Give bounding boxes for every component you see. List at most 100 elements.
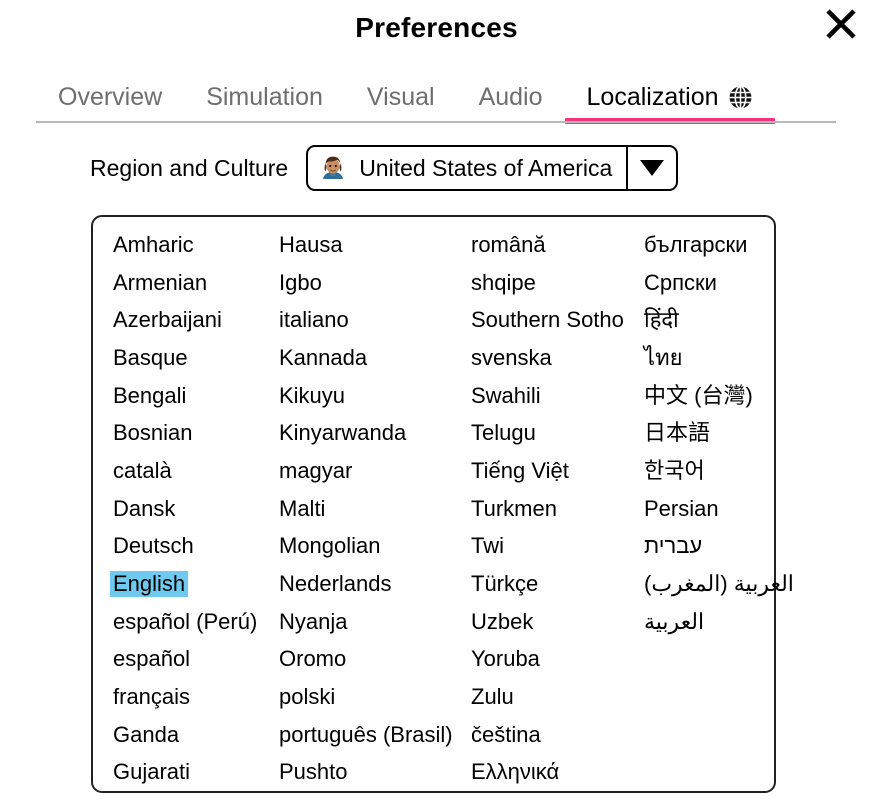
language-item[interactable]: português (Brasil): [276, 716, 468, 754]
language-item-label: italiano: [279, 307, 349, 333]
language-item-label: Ελληνικά: [471, 759, 560, 785]
language-item[interactable]: Uzbek: [468, 603, 641, 641]
tab-label: Localization: [586, 83, 719, 111]
language-item-label: ไทย: [644, 344, 683, 370]
language-item[interactable]: Ganda: [110, 716, 276, 754]
tab-label: Audio: [478, 83, 543, 111]
language-item[interactable]: ไทย: [641, 339, 774, 377]
language-item[interactable]: हिंदी: [641, 301, 774, 339]
tab-simulation[interactable]: Simulation: [184, 80, 345, 114]
language-item[interactable]: Azerbaijani: [110, 301, 276, 339]
close-icon[interactable]: [821, 4, 861, 44]
language-item-label: Hausa: [279, 231, 343, 257]
language-item[interactable]: Tiếng Việt: [468, 452, 641, 490]
language-item[interactable]: français: [110, 678, 276, 716]
language-item[interactable]: български: [641, 226, 774, 264]
language-item[interactable]: Kikuyu: [276, 377, 468, 415]
language-item[interactable]: shqipe: [468, 264, 641, 302]
language-item[interactable]: español: [110, 641, 276, 679]
tab-localization[interactable]: Localization: [564, 80, 775, 124]
language-item[interactable]: Kinyarwanda: [276, 414, 468, 452]
language-item-label: עברית: [644, 533, 703, 559]
language-item[interactable]: العربية (المغرب): [641, 565, 794, 603]
language-item[interactable]: español (Perú): [110, 603, 276, 641]
language-item-label: Kinyarwanda: [279, 420, 407, 446]
page-title: Preferences: [355, 12, 518, 43]
language-item-label: Kannada: [279, 344, 368, 370]
language-item[interactable]: Turkmen: [468, 490, 641, 528]
language-item[interactable]: Yoruba: [468, 641, 641, 679]
language-item[interactable]: Deutsch: [110, 528, 276, 566]
language-item-label: español (Perú): [113, 608, 258, 634]
language-item-label: Nyanja: [279, 608, 348, 634]
region-dropdown[interactable]: United States of America: [306, 145, 679, 191]
language-item[interactable]: polski: [276, 678, 468, 716]
language-item-label: Nederlands: [279, 571, 392, 597]
language-item[interactable]: Amharic: [110, 226, 276, 264]
language-item-label: Mongolian: [279, 533, 381, 559]
language-item[interactable]: Oromo: [276, 641, 468, 679]
language-item[interactable]: čeština: [468, 716, 641, 754]
language-item-label: Dansk: [113, 495, 176, 521]
language-item[interactable]: עברית: [641, 528, 774, 566]
tab-label: Visual: [366, 83, 435, 111]
language-item-label: Oromo: [279, 646, 347, 672]
language-item[interactable]: Pushto: [276, 754, 468, 792]
language-item-label: Armenian: [113, 269, 208, 295]
language-item[interactable]: Gujarati: [110, 754, 276, 792]
tab-audio[interactable]: Audio: [457, 80, 565, 114]
language-item[interactable]: română: [468, 226, 641, 264]
language-item[interactable]: Mongolian: [276, 528, 468, 566]
language-item-label: العربية (المغرب): [644, 571, 794, 597]
language-item[interactable]: Bengali: [110, 377, 276, 415]
language-item-label: português (Brasil): [279, 721, 453, 747]
region-dropdown-value[interactable]: United States of America: [308, 147, 626, 189]
language-item-label: Amharic: [113, 231, 194, 257]
language-item[interactable]: Bosnian: [110, 414, 276, 452]
language-item-label: Српски: [644, 269, 717, 295]
person-avatar-icon: [318, 153, 349, 183]
language-item[interactable]: Nederlands: [276, 565, 468, 603]
language-item[interactable]: Armenian: [110, 264, 276, 302]
language-item[interactable]: Twi: [468, 528, 641, 566]
language-item[interactable]: svenska: [468, 339, 641, 377]
language-item[interactable]: Swahili: [468, 377, 641, 415]
language-item[interactable]: Basque: [110, 339, 276, 377]
language-item[interactable]: Persian: [641, 490, 774, 528]
language-item[interactable]: magyar: [276, 452, 468, 490]
language-item[interactable]: italiano: [276, 301, 468, 339]
language-item[interactable]: Malti: [276, 490, 468, 528]
language-item[interactable]: 中文 (台灣): [641, 377, 774, 415]
tab-visual[interactable]: Visual: [345, 80, 457, 114]
language-item[interactable]: Dansk: [110, 490, 276, 528]
language-item-label: Southern Sotho: [471, 307, 624, 333]
language-item-label: العربية: [644, 608, 705, 634]
language-item[interactable]: Српски: [641, 264, 774, 302]
language-item[interactable]: 日本語: [641, 414, 774, 452]
language-item-label: română: [471, 231, 546, 257]
language-item-label: 中文 (台灣): [644, 382, 753, 408]
language-item[interactable]: Hausa: [276, 226, 468, 264]
language-item[interactable]: العربية: [641, 603, 774, 641]
chevron-down-icon[interactable]: [626, 147, 676, 189]
language-item[interactable]: Türkçe: [468, 565, 641, 603]
language-item-label: Pushto: [279, 759, 348, 785]
language-item[interactable]: English: [110, 565, 276, 603]
language-item-label: 日本語: [644, 420, 711, 446]
tab-label: Overview: [58, 83, 163, 111]
language-item[interactable]: Nyanja: [276, 603, 468, 641]
language-item[interactable]: Southern Sotho: [468, 301, 641, 339]
language-item-label: 한국어: [644, 457, 705, 483]
language-item[interactable]: 한국어: [641, 452, 774, 490]
language-item[interactable]: català: [110, 452, 276, 490]
language-item[interactable]: Ελληνικά: [468, 754, 641, 792]
language-column-3: български Српски हिंदी ไทย 中文 (台灣) 日本語 한국어 Pers…: [641, 226, 794, 786]
language-item[interactable]: Igbo: [276, 264, 468, 302]
language-item[interactable]: Zulu: [468, 678, 641, 716]
tab-separator: [36, 121, 836, 123]
language-item[interactable]: Kannada: [276, 339, 468, 377]
language-item[interactable]: Telugu: [468, 414, 641, 452]
tab-overview[interactable]: Overview: [36, 80, 184, 114]
tab-label: Simulation: [206, 83, 323, 111]
language-list-panel: Amharic Armenian Azerbaijani Basque Bengali B…: [91, 215, 794, 793]
